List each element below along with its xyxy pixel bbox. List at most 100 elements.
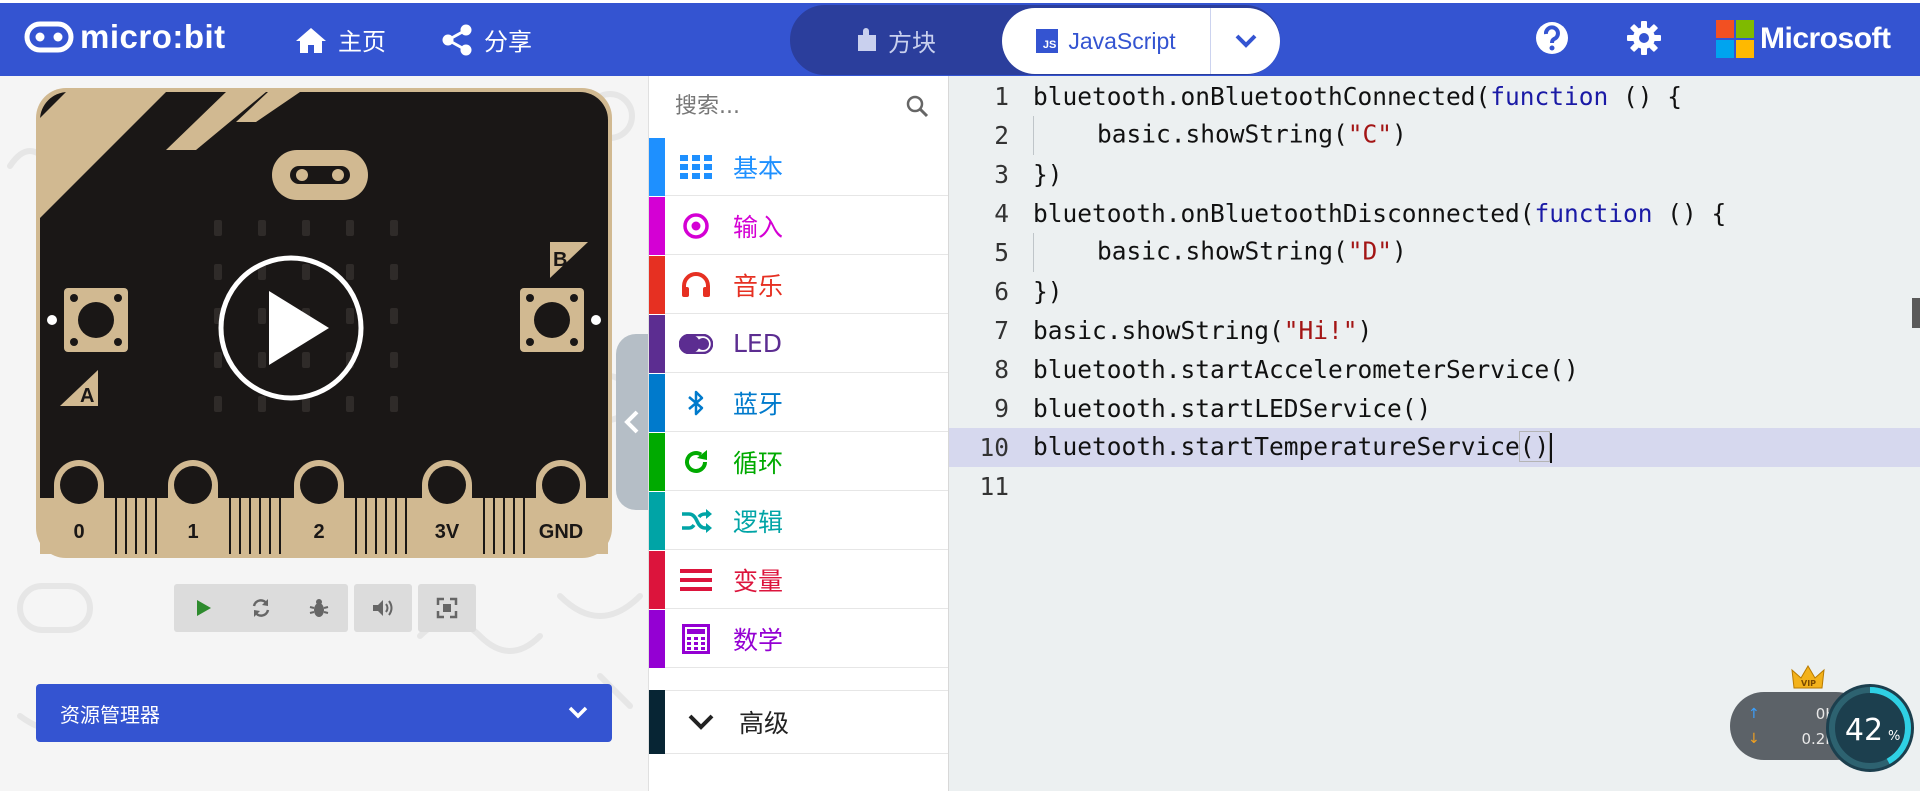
upload-arrow-icon: ↑ (1748, 706, 1760, 722)
help-button[interactable] (1534, 20, 1570, 60)
search-input[interactable] (675, 93, 895, 119)
pin-gnd-label: GND (539, 521, 583, 543)
category-logic[interactable]: 逻辑 (649, 491, 949, 550)
tab-blocks-label: 方块 (888, 28, 936, 57)
category-label: 音乐 (733, 271, 784, 301)
collapse-simulator-button[interactable] (616, 334, 648, 510)
fullscreen-group (418, 584, 476, 632)
category-variables[interactable]: 变量 (649, 550, 949, 609)
category-basic[interactable]: 基本 (649, 137, 949, 196)
category-led[interactable]: LED (649, 314, 949, 373)
toolbox-search (649, 76, 949, 136)
simulator-controls-group (174, 584, 348, 632)
toggle-icon (679, 327, 713, 361)
line-number: 7 (994, 316, 1009, 345)
indent-guide (1033, 116, 1097, 155)
line-number: 2 (994, 121, 1009, 150)
chevron-down-icon (568, 706, 588, 719)
category-advanced-label: 高级 (739, 709, 790, 738)
code-line[interactable]: 11 (949, 467, 1920, 506)
simulator-toolbar (174, 584, 476, 632)
tab-blocks[interactable]: 方块 (790, 5, 1002, 75)
fullscreen-button[interactable] (418, 584, 476, 632)
bluetooth-icon (679, 386, 713, 420)
category-advanced[interactable]: 高级 (649, 690, 949, 754)
microsoft-logo[interactable]: Microsoft (1716, 20, 1891, 58)
toolbox: 基本 输入 音乐 LED 蓝牙 循环 (648, 76, 949, 791)
code-line[interactable]: 8 bluetooth.startAccelerometerService() (949, 350, 1920, 389)
code-line[interactable]: 2 basic.showString("C") (949, 116, 1920, 155)
category-color-bar (649, 609, 665, 668)
tab-javascript-label: JavaScript (1068, 27, 1176, 54)
category-color-bar (649, 196, 665, 255)
chevron-down-icon (688, 714, 714, 730)
help-icon (1536, 22, 1568, 54)
category-loops[interactable]: 循环 (649, 432, 949, 491)
fullscreen-icon (436, 597, 458, 619)
logo-text: micro:bit (80, 18, 226, 55)
explorer-button[interactable]: 资源管理器 (36, 684, 612, 742)
category-input[interactable]: 输入 (649, 196, 949, 255)
line-number: 9 (994, 394, 1009, 423)
simulator-panel: A B 0 1 2 3V GND 资源管理器 (0, 76, 648, 791)
bug-icon (309, 599, 329, 617)
share-button[interactable]: 分享 (440, 22, 532, 57)
settings-button[interactable] (1626, 20, 1662, 60)
category-math[interactable]: 数学 (649, 609, 949, 668)
line-number: 11 (979, 472, 1009, 501)
line-number: 6 (994, 277, 1009, 306)
chevron-down-icon (1235, 34, 1256, 48)
microsoft-label: Microsoft (1760, 22, 1891, 55)
code-line[interactable]: 9 bluetooth.startLEDService() (949, 389, 1920, 428)
pin-0-label: 0 (73, 521, 84, 543)
debug-button[interactable] (290, 584, 348, 632)
share-icon (442, 24, 472, 55)
button-b-label: B (553, 249, 567, 271)
pin-2-label: 2 (313, 521, 324, 543)
restart-icon (252, 599, 270, 617)
play-button[interactable] (174, 584, 232, 632)
line-number: 3 (994, 160, 1009, 189)
language-dropdown-button[interactable] (1210, 8, 1280, 74)
usage-ring: 42 % (1826, 684, 1914, 772)
code-line[interactable]: 6 }) (949, 272, 1920, 311)
line-number: 10 (979, 433, 1009, 462)
refresh-icon (679, 445, 713, 479)
home-button[interactable]: 主页 (294, 22, 386, 57)
calculator-icon (679, 622, 713, 656)
microsoft-squares-icon (1716, 20, 1754, 58)
grid-icon (679, 150, 713, 184)
category-color-bar (649, 432, 665, 491)
download-arrow-icon: ↓ (1748, 731, 1760, 747)
code-line[interactable]: 4 bluetooth.onBluetoothDisconnected(func… (949, 194, 1920, 233)
tab-javascript[interactable]: JS JavaScript (1002, 8, 1210, 74)
category-music[interactable]: 音乐 (649, 255, 949, 314)
code-line-current[interactable]: 10 bluetooth.startTemperatureService() (949, 428, 1920, 467)
category-color-bar (649, 255, 665, 314)
gear-icon (1627, 21, 1661, 55)
text-cursor (1550, 433, 1553, 463)
target-icon (679, 209, 713, 243)
mute-button[interactable] (354, 584, 412, 632)
code-line[interactable]: 3 }) (949, 155, 1920, 194)
code-line[interactable]: 1 bluetooth.onBluetoothConnected(functio… (949, 77, 1920, 116)
usage-percent-sign: % (1888, 729, 1900, 744)
restart-button[interactable] (232, 584, 290, 632)
line-number: 4 (994, 199, 1009, 228)
code-line[interactable]: 5 basic.showString("D") (949, 233, 1920, 272)
simulator-play-button[interactable] (254, 255, 400, 401)
home-icon (296, 27, 326, 53)
scrollbar-marker[interactable] (1912, 298, 1920, 328)
microbit-logo[interactable]: micro:bit (24, 18, 226, 56)
category-color-bar (649, 690, 665, 754)
usage-percent: 42 (1845, 713, 1883, 748)
line-number: 5 (994, 238, 1009, 267)
category-label: LED (733, 329, 782, 358)
network-speed-widget[interactable]: ↑ 0K/s ↓ 0.2K/s VIP 42 % (1730, 665, 1914, 772)
code-line[interactable]: 7 basic.showString("Hi!") (949, 311, 1920, 350)
category-color-bar (649, 491, 665, 550)
category-label: 基本 (733, 153, 784, 183)
category-bluetooth[interactable]: 蓝牙 (649, 373, 949, 432)
category-color-bar (649, 550, 665, 609)
search-icon[interactable] (905, 94, 929, 118)
